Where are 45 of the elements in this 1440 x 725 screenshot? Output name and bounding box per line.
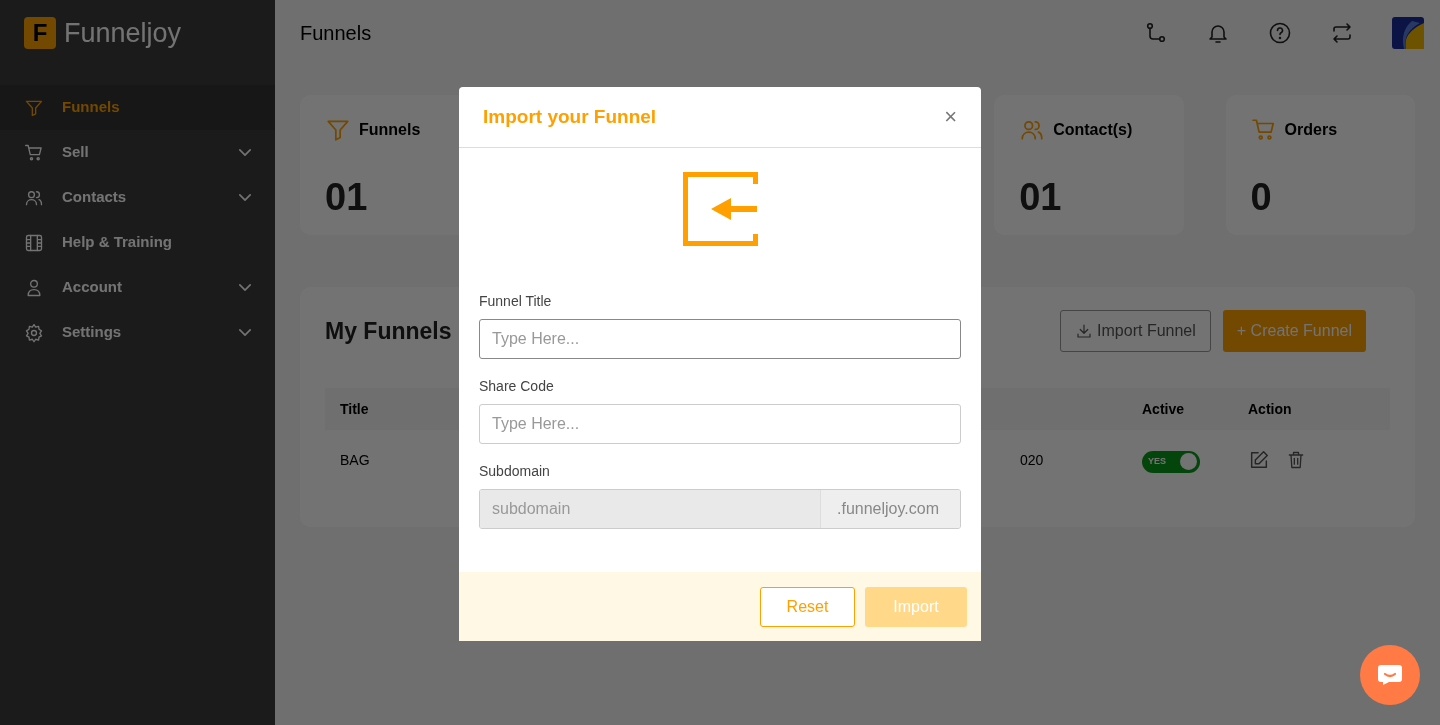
cart-icon: [1250, 117, 1277, 143]
column-header: Title: [340, 401, 369, 417]
chat-icon: [1377, 664, 1403, 686]
table-cell: 020: [1020, 452, 1044, 468]
film-icon: [24, 232, 44, 253]
stat-label: Contact(s): [1053, 120, 1133, 140]
stat-value: 01: [325, 175, 369, 220]
sidebar-item[interactable]: Help & Training: [0, 220, 275, 265]
close-button[interactable]: ×: [944, 106, 957, 128]
modal-title: Import your Funnel: [483, 104, 657, 129]
sidebar-item[interactable]: Settings: [0, 310, 275, 355]
settings-icon: [24, 322, 44, 343]
cart-icon: [24, 142, 44, 163]
reset-button[interactable]: Reset: [760, 586, 855, 627]
edit-icon[interactable]: [1248, 449, 1270, 471]
column-header: Action: [1248, 401, 1292, 417]
toggle-switch[interactable]: YES: [1142, 450, 1200, 473]
import-button[interactable]: Import Funnel: [1060, 310, 1211, 352]
funnel-icon: [325, 117, 351, 143]
input-field[interactable]: Type Here...: [479, 404, 961, 444]
logo-icon: F: [24, 16, 56, 49]
download-icon: [1075, 322, 1094, 340]
stat-label: Funnels: [359, 120, 421, 140]
page-title: Funnels: [300, 20, 372, 46]
import-icon: [681, 170, 759, 248]
chat-button[interactable]: [1360, 645, 1420, 705]
stat-value: 0: [1250, 175, 1273, 220]
stat-value: 01: [1019, 175, 1063, 220]
input-field[interactable]: Type Here...: [479, 319, 961, 359]
sidebar-item[interactable]: Sell: [0, 130, 275, 175]
brand-name: Funneljoy: [64, 16, 182, 49]
branch-icon[interactable]: [1144, 20, 1168, 45]
table-cell: BAG: [340, 452, 370, 468]
field-label: Share Code: [479, 377, 555, 396]
stat-label: Orders: [1284, 120, 1338, 140]
help-icon[interactable]: [1268, 20, 1292, 45]
sidebar-item[interactable]: Account: [0, 265, 275, 310]
delete-icon[interactable]: [1286, 450, 1306, 470]
sidebar-item[interactable]: Funnels: [0, 85, 275, 130]
field-label: Funnel Title: [479, 292, 553, 311]
field-label: Subdomain: [479, 462, 551, 481]
column-header: Active: [1142, 401, 1185, 417]
sidebar-item[interactable]: Contacts: [0, 175, 275, 220]
swap-icon[interactable]: [1330, 20, 1354, 45]
panel-title: My Funnels: [325, 316, 452, 346]
